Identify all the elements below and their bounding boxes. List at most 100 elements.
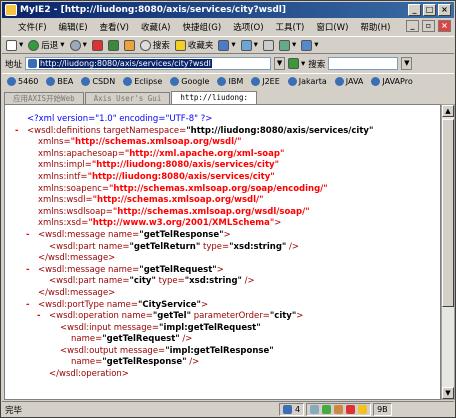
- menu-window[interactable]: 窗口(W): [310, 21, 354, 33]
- message-name-value: "getTelResponse": [139, 229, 224, 240]
- mail-button[interactable]: ▾: [240, 38, 258, 53]
- menu-help[interactable]: 帮助(H): [354, 21, 396, 33]
- favorite-link-j2ee[interactable]: J2EE: [249, 77, 282, 86]
- favorite-label: JAVAPro: [382, 77, 413, 86]
- forward-button[interactable]: ▾: [69, 38, 87, 53]
- xmlns-apachesoap-value: "http://xml.apache.org/xml-soap": [124, 148, 285, 159]
- search-dropdown-button[interactable]: ▼: [401, 57, 413, 70]
- address-bar: 地址 http://liudong:8080/axis/services/cit…: [2, 55, 454, 72]
- mail-icon: [240, 39, 252, 51]
- collapse-message-toggle[interactable]: -: [26, 230, 30, 242]
- favorite-link-java[interactable]: JAVA: [333, 77, 366, 86]
- collapse-porttype-toggle[interactable]: -: [26, 300, 30, 312]
- collapse-message-toggle[interactable]: -: [26, 265, 30, 277]
- collapse-definitions-toggle[interactable]: -: [15, 126, 19, 138]
- status-popup-count[interactable]: 4: [279, 403, 305, 416]
- link-icon: [371, 77, 381, 86]
- minimize-button[interactable]: _: [408, 4, 421, 16]
- tools-icon: [218, 39, 230, 51]
- link-icon: [81, 77, 91, 86]
- window-button[interactable]: ▾: [278, 38, 296, 53]
- xmlns-intf-value: "http://liudong:8080/axis/services/city": [87, 171, 275, 182]
- part-tag: <wsdl:part name=: [49, 241, 130, 252]
- xmlns-wsdl-attr: xmlns:wsdl=: [38, 195, 93, 206]
- cookie-icon[interactable]: [358, 405, 368, 414]
- tag-end: >: [296, 311, 304, 322]
- favorite-link-5460[interactable]: 5460: [5, 77, 40, 86]
- menu-tools[interactable]: 工具(T): [270, 21, 311, 33]
- mdi-close-button[interactable]: ×: [438, 20, 451, 32]
- back-button[interactable]: 后退 ▾: [28, 38, 65, 53]
- image-icon[interactable]: [334, 405, 344, 414]
- collapse-operation-toggle[interactable]: -: [37, 311, 41, 323]
- favorite-link-bea[interactable]: BEA: [44, 77, 75, 86]
- favorite-link-javapro[interactable]: JAVAPro: [369, 77, 414, 86]
- star-icon: [174, 39, 186, 51]
- menu-options[interactable]: 选项(O): [227, 21, 269, 33]
- operation-close-tag: </wsdl:operation>: [49, 369, 129, 380]
- tools-button[interactable]: ▾: [218, 38, 236, 53]
- favorite-link-eclipse[interactable]: Eclipse: [121, 77, 164, 86]
- home-button[interactable]: [123, 38, 135, 53]
- part-name-value: "city": [129, 276, 156, 287]
- favorite-link-google[interactable]: Google: [168, 77, 211, 86]
- layout-button[interactable]: ▾: [301, 38, 319, 53]
- print-button[interactable]: [262, 38, 274, 53]
- browser-window: MyIE2 - [http://liudong:8080/axis/servic…: [0, 0, 456, 418]
- go-button[interactable]: ▾: [288, 56, 305, 71]
- favorite-link-csdn[interactable]: CSDN: [79, 77, 117, 86]
- tab-axis-users-guide[interactable]: Axis User's Gui: [84, 92, 171, 104]
- address-input[interactable]: http://liudong:8080/axis/services/city?w…: [25, 57, 272, 70]
- favorite-label: BEA: [57, 77, 74, 86]
- favorite-label: J2EE: [262, 77, 280, 86]
- address-dropdown-button[interactable]: ▼: [274, 57, 286, 70]
- scroll-up-button[interactable]: ▲: [442, 105, 454, 117]
- menu-edit[interactable]: 编辑(E): [53, 21, 94, 33]
- operation-open-tag: <wsdl:operation name=: [49, 311, 153, 322]
- proxy-icon[interactable]: [310, 405, 320, 414]
- zone-value: 9B: [377, 405, 388, 414]
- operation-name-value: "getTel": [152, 311, 191, 322]
- search-input[interactable]: [328, 57, 399, 70]
- output-name-value: "getTelResponse": [102, 357, 187, 368]
- tab-axis-web[interactable]: 应用AXIS开始Web: [4, 92, 84, 104]
- popup-count-value: 4: [295, 405, 301, 414]
- xmlns-attr: xmlns=: [38, 137, 71, 148]
- maximize-button[interactable]: □: [423, 4, 436, 16]
- favorite-link-jakarta[interactable]: Jakarta: [286, 77, 329, 86]
- refresh-button[interactable]: [107, 38, 119, 53]
- menu-view[interactable]: 查看(V): [94, 21, 135, 33]
- definitions-open-tag: <wsdl:definitions targetNamespace=: [27, 125, 187, 136]
- type-attr: type=: [200, 241, 230, 252]
- mdi-restore-button[interactable]: ▫: [422, 20, 435, 32]
- input-message-value: "impl:getTelRequest": [159, 322, 261, 333]
- menu-file[interactable]: 文件(F): [12, 21, 53, 33]
- scroll-thumb[interactable]: [442, 119, 454, 307]
- search-icon: [139, 39, 151, 51]
- menu-groups[interactable]: 快捷组(G): [176, 21, 227, 33]
- target-namespace-value: "http://liudong:8080/axis/services/city": [186, 125, 374, 136]
- mdi-minimize-button[interactable]: _: [406, 20, 419, 32]
- close-button[interactable]: ×: [438, 4, 451, 16]
- stop-icon: [91, 39, 103, 51]
- menu-favorites[interactable]: 收藏(A): [135, 21, 176, 33]
- link-icon: [334, 77, 344, 86]
- new-page-button[interactable]: ▾: [6, 38, 23, 53]
- favorites-button[interactable]: 收藏夹: [174, 38, 213, 53]
- vertical-scrollbar[interactable]: ▲ ▼: [441, 104, 455, 400]
- search-label: 搜索: [152, 41, 170, 51]
- favorite-label: Google: [181, 77, 210, 86]
- porttype-open-tag: <wsdl:portType name=: [38, 299, 138, 310]
- xmlns-xsd-attr: xmlns:xsd=: [38, 218, 89, 229]
- script-icon[interactable]: [322, 405, 332, 414]
- flash-icon[interactable]: [346, 405, 356, 414]
- stop-button[interactable]: [91, 38, 103, 53]
- link-icon: [287, 77, 297, 86]
- scroll-down-button[interactable]: ▼: [442, 387, 454, 399]
- tag-end: >: [216, 264, 224, 275]
- tab-wsdl-active[interactable]: http://liudong:: [171, 91, 258, 104]
- xmlns-soapenc-value: "http://schemas.xmlsoap.org/soap/encodin…: [109, 183, 328, 194]
- search-button[interactable]: 搜索: [139, 38, 170, 53]
- address-url: http://liudong:8080/axis/services/city?w…: [39, 59, 212, 68]
- favorite-link-ibm[interactable]: IBM: [215, 77, 245, 86]
